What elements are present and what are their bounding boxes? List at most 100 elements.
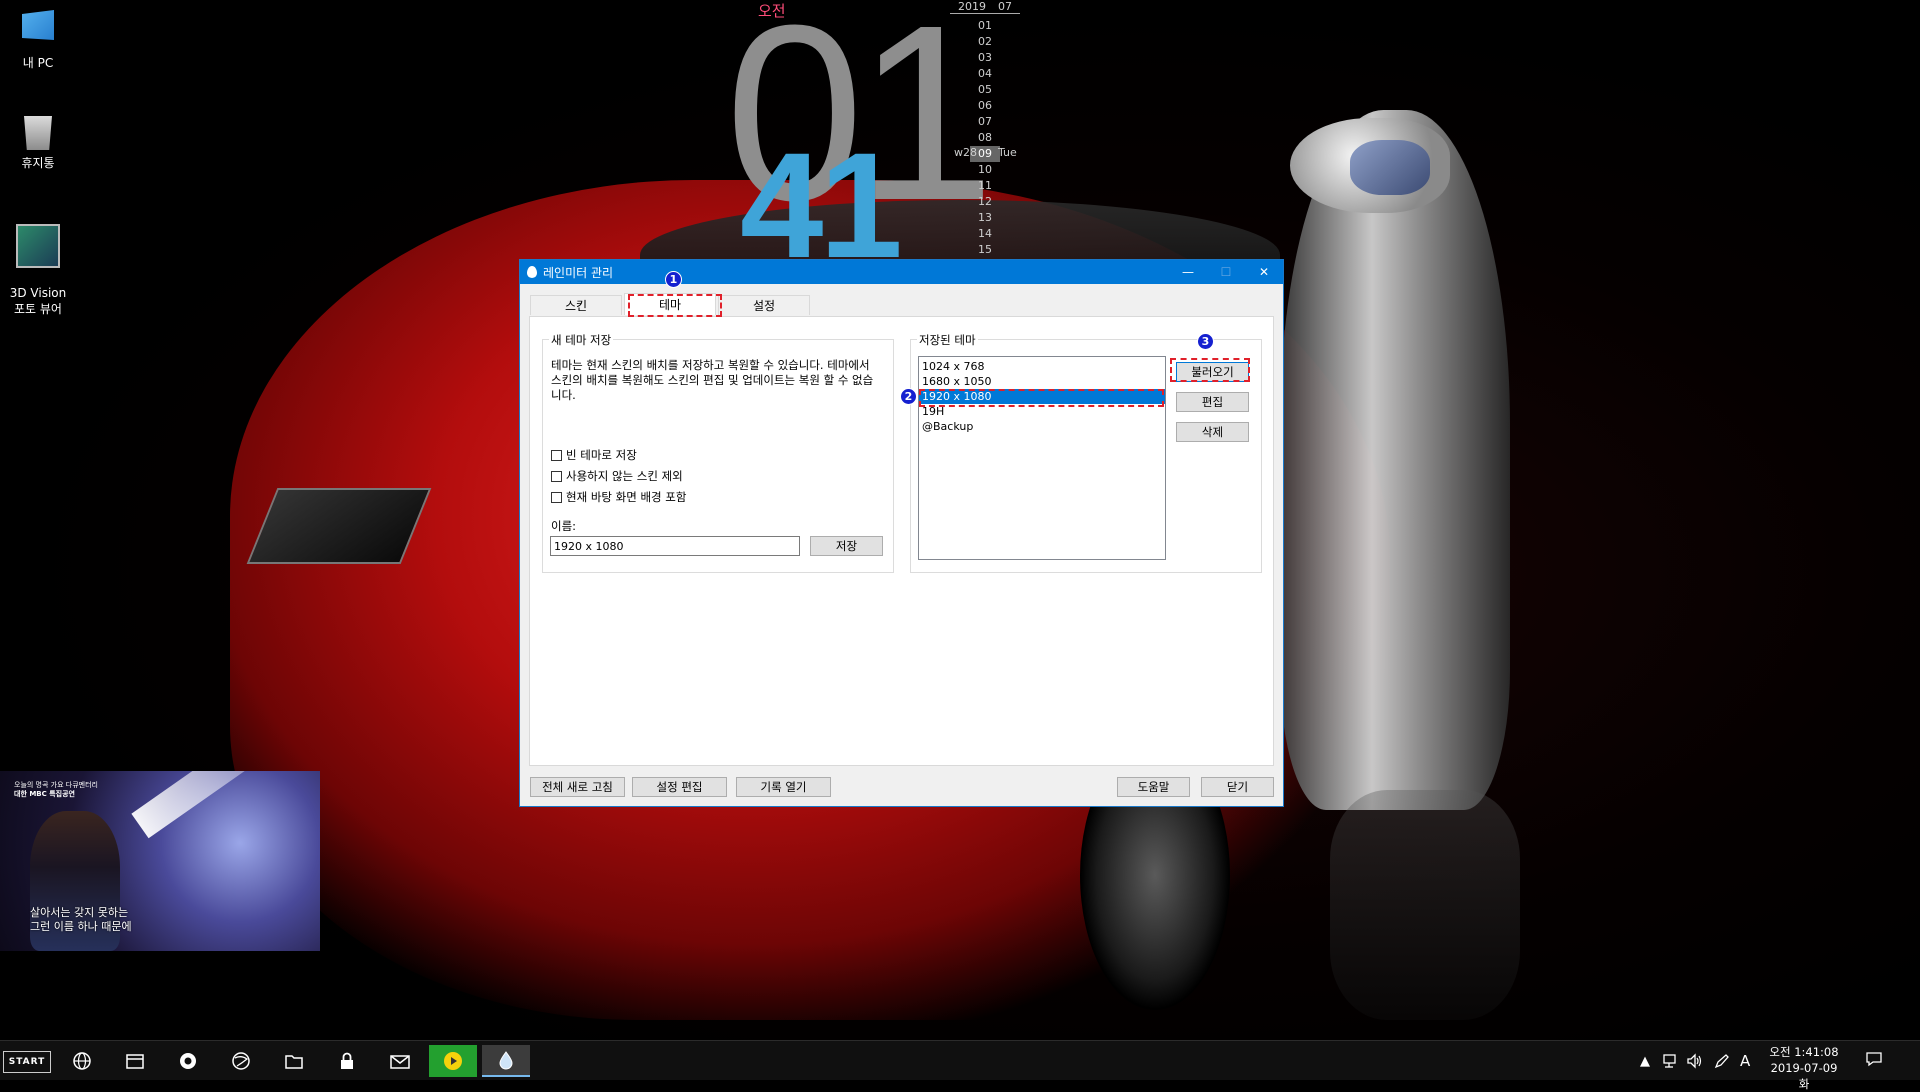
calendar-weekday: Tue [998, 146, 1017, 159]
open-log-button[interactable]: 기록 열기 [736, 777, 831, 797]
delete-theme-button[interactable]: 삭제 [1176, 422, 1249, 442]
dialog-title: 레인미터 관리 [543, 265, 614, 280]
computer-icon [22, 10, 54, 40]
video-broadcast-logo: 오늘의 명곡 가요 다큐멘터리 대한 MBC 특집공연 [14, 781, 98, 798]
save-theme-button[interactable]: 저장 [810, 536, 883, 556]
calendar-days: 01 02 03 04 05 06 07 08 09 10 11 12 13 14 15 [970, 18, 1000, 258]
theme-name-label: 이름: [551, 519, 577, 533]
theme-list-item-selected[interactable]: 1920 x 1080 [919, 389, 1165, 404]
step-marker-2: 2 [900, 388, 917, 405]
dialog-titlebar[interactable]: 레인미터 관리 — ☐ ✕ [520, 260, 1283, 284]
refresh-all-button[interactable]: 전체 새로 고침 [530, 777, 625, 797]
checkbox-label: 사용하지 않는 스킨 제외 [566, 469, 683, 483]
calendar-day: 02 [978, 35, 992, 48]
checkbox-box[interactable] [551, 470, 562, 482]
tab-skins[interactable]: 스킨 [530, 295, 622, 315]
checkbox-box[interactable] [551, 491, 562, 503]
ime-indicator[interactable]: A [1740, 1041, 1750, 1081]
new-theme-group: 새 테마 저장 테마는 현재 스킨의 배치를 저장하고 복원할 수 있습니다. … [542, 332, 894, 573]
close-window-button[interactable]: ✕ [1245, 260, 1283, 284]
checkbox-include-wallpaper[interactable]: 현재 바탕 화면 배경 포함 [551, 489, 686, 505]
calendar-day: 15 [978, 243, 992, 256]
calendar-day: 05 [978, 83, 992, 96]
new-theme-description: 테마는 현재 스킨의 배치를 저장하고 복원할 수 있습니다. 테마에서 스킨의… [551, 358, 874, 402]
calendar-day: 14 [978, 227, 992, 240]
desktop-icon-label: 내 PC [22, 56, 54, 70]
rainmeter-icon[interactable] [482, 1045, 530, 1077]
folder-icon[interactable] [270, 1045, 318, 1077]
theme-name-input[interactable] [550, 536, 800, 556]
desktop-icon-3d-vision[interactable]: 3D Vision 포토 뷰어 [0, 210, 76, 331]
step-marker-3: 3 [1197, 333, 1214, 350]
network-icon[interactable] [1662, 1041, 1680, 1081]
recycle-bin-icon [24, 116, 52, 150]
dialog-tabs: 스킨 테마 설정 [530, 293, 812, 315]
mail-icon[interactable] [376, 1045, 424, 1077]
video-subtitle: 살아서는 갖지 못하는 그런 이름 하나 때문에 [30, 906, 132, 933]
tray-overflow-chevron-icon[interactable]: ▲ [1640, 1041, 1650, 1081]
action-center-icon[interactable] [1864, 1051, 1884, 1071]
new-theme-group-title: 새 테마 저장 [549, 332, 614, 348]
pen-ink-icon[interactable] [1714, 1041, 1730, 1081]
calendar-day: 03 [978, 51, 992, 64]
taskbar: START ▲ A 오전 1:41:08 2019-07-09 화 [0, 1040, 1920, 1091]
calendar-day: 07 [978, 115, 992, 128]
checkbox-exclude-unused-skins[interactable]: 사용하지 않는 스킨 제외 [551, 468, 683, 484]
theme-list-item[interactable]: 19H [919, 404, 1165, 419]
edit-theme-button[interactable]: 편집 [1176, 392, 1249, 412]
network-globe-icon[interactable] [58, 1045, 106, 1077]
taskbar-clock[interactable]: 오전 1:41:08 2019-07-09 화 [1768, 1044, 1840, 1092]
themes-tab-panel: 새 테마 저장 테마는 현재 스킨의 배치를 저장하고 복원할 수 있습니다. … [529, 316, 1274, 766]
start-button[interactable]: START [3, 1051, 51, 1073]
theme-list-item[interactable]: 1680 x 1050 [919, 374, 1165, 389]
calendar-month: 07 [990, 0, 1020, 14]
tab-settings[interactable]: 설정 [718, 295, 810, 315]
kakao-app-icon[interactable] [429, 1045, 477, 1077]
step-marker-1: 1 [665, 271, 682, 288]
checkbox-label: 빈 테마로 저장 [566, 448, 637, 462]
load-theme-button[interactable]: 불러오기 [1176, 362, 1249, 382]
rainmeter-manage-dialog: 레인미터 관리 — ☐ ✕ 스킨 테마 설정 새 테마 저장 테마는 현재 스킨… [519, 259, 1284, 807]
web-browser-icon[interactable] [217, 1045, 265, 1077]
desktop-icon-label: 휴지통 [21, 156, 55, 170]
file-explorer-icon[interactable] [111, 1045, 159, 1077]
checkbox-empty-theme[interactable]: 빈 테마로 저장 [551, 447, 637, 463]
tab-themes[interactable]: 테마 [624, 293, 716, 315]
wallpaper-car-headlight [246, 488, 432, 564]
checkbox-box[interactable] [551, 449, 562, 461]
calendar-day: 08 [978, 131, 992, 144]
taskbar-clock-time: 오전 1:41:08 [1769, 1045, 1839, 1059]
desktop-icon-label: 3D Vision 포토 뷰어 [9, 286, 67, 316]
theme-list-item[interactable]: 1024 x 768 [919, 359, 1165, 374]
desktop-icon-my-pc[interactable]: 내 PC [0, 10, 76, 71]
minimize-button[interactable]: — [1169, 260, 1207, 284]
calendar-day: 10 [978, 163, 992, 176]
rainmeter-drop-icon [527, 266, 537, 278]
calendar-day: 13 [978, 211, 992, 224]
theme-list-item[interactable]: @Backup [919, 419, 1165, 434]
media-player-icon[interactable] [164, 1045, 212, 1077]
calendar-day: 06 [978, 99, 992, 112]
maximize-button[interactable]: ☐ [1207, 260, 1245, 284]
wallpaper-robot-visor [1350, 140, 1430, 195]
calendar-week: w28 [954, 146, 977, 159]
saved-themes-list[interactable]: 1024 x 768 1680 x 1050 1920 x 1080 19H @… [918, 356, 1166, 560]
calendar-year: 2019 [950, 0, 994, 14]
calendar-day: 11 [978, 179, 992, 192]
calendar-day: 01 [978, 19, 992, 32]
lock-icon[interactable] [323, 1045, 371, 1077]
3d-vision-icon [16, 224, 60, 268]
wallpaper-robot-reflection [1330, 790, 1520, 1020]
edit-settings-button[interactable]: 설정 편집 [632, 777, 727, 797]
clock-minute: 41 [740, 130, 899, 260]
desktop-icon-recycle-bin[interactable]: 휴지통 [0, 110, 76, 171]
volume-icon[interactable] [1686, 1041, 1704, 1081]
saved-themes-group: 저장된 테마 1024 x 768 1680 x 1050 1920 x 108… [910, 332, 1262, 573]
calendar-day: 12 [978, 195, 992, 208]
video-preview[interactable]: 오늘의 명곡 가요 다큐멘터리 대한 MBC 특집공연 살아서는 갖지 못하는 … [0, 771, 320, 951]
close-dialog-button[interactable]: 닫기 [1201, 777, 1274, 797]
help-button[interactable]: 도움말 [1117, 777, 1190, 797]
video-stage-light [131, 771, 313, 839]
calendar-day: 04 [978, 67, 992, 80]
checkbox-label: 현재 바탕 화면 배경 포함 [566, 490, 687, 504]
